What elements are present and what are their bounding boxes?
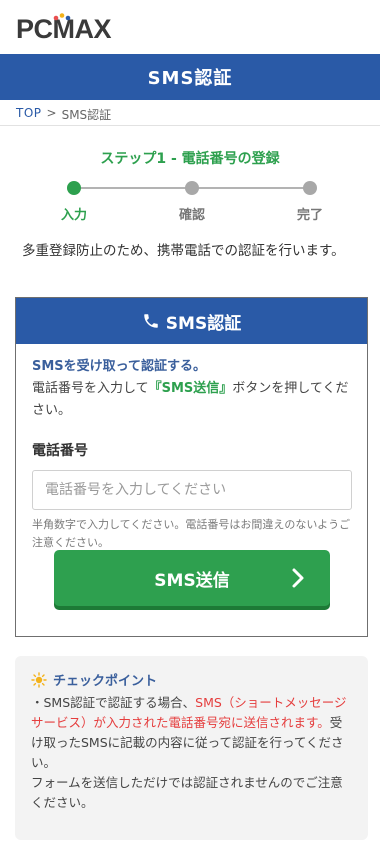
breadcrumb-current: SMS認証	[61, 108, 112, 122]
step-label-complete: 完了	[296, 208, 323, 223]
breadcrumb: TOP > SMS認証	[16, 106, 111, 123]
checkpoint-text-1: ・SMS認証で認証する場合、	[31, 695, 196, 710]
checkpoint-text-3: フォームを送信しただけでは認証されませんのでご注意ください。	[31, 775, 343, 810]
page-title: SMS認証	[0, 54, 380, 100]
phone-input[interactable]	[32, 470, 352, 510]
card-title: SMS認証	[165, 313, 242, 334]
step-label-input: 入力	[60, 208, 87, 223]
breadcrumb-divider	[0, 125, 380, 126]
intro-text: 多重登録防止のため、携帯電話での認証を行います。	[22, 243, 345, 259]
phone-icon	[144, 314, 158, 328]
step-dot-complete	[303, 181, 317, 195]
lead-highlight: 『SMS送信』	[148, 381, 233, 396]
sms-send-label: SMS送信	[154, 570, 230, 591]
sun-icon	[31, 671, 47, 688]
chevron-right-icon	[292, 568, 304, 588]
checkpoint-title: チェックポイント	[53, 674, 158, 689]
sms-send-button[interactable]: SMS送信	[54, 550, 330, 606]
step-dot-input	[67, 181, 81, 195]
sms-auth-card: SMS認証 SMSを受け取って認証する。 電話番号を入力して『SMS送信』ボタン…	[15, 297, 368, 637]
phone-note: 半角数字で入力してください。電話番号はお間違えのないようご注意ください。	[32, 518, 351, 549]
progress-stepper: 入力 確認 完了	[0, 178, 380, 224]
card-lead: 電話番号を入力して『SMS送信』ボタンを押してください。	[32, 378, 351, 422]
phone-label: 電話番号	[32, 443, 88, 459]
stepper-track-1	[74, 187, 192, 189]
breadcrumb-home-link[interactable]: TOP	[16, 106, 42, 123]
breadcrumb-separator: >	[46, 106, 57, 120]
checkpoint-text: ・SMS認証で認証する場合、SMS（ショートメッセージサービス）が入力された電話…	[31, 693, 352, 813]
step-dot-confirm	[185, 181, 199, 195]
checkpoint-heading: チェックポイント	[31, 670, 352, 689]
card-header: SMS認証	[16, 298, 367, 344]
lead-text-before: 電話番号を入力して	[32, 381, 149, 396]
stepper-track-2	[192, 187, 310, 189]
step-label-confirm: 確認	[178, 208, 205, 223]
card-lead-emphasis: SMSを受け取って認証する。	[32, 359, 207, 374]
svg-text:PCMAX: PCMAX	[16, 14, 111, 43]
checkpoint-box: チェックポイント ・SMS認証で認証する場合、SMS（ショートメッセージサービス…	[15, 656, 368, 840]
logo-bar: PCMAX	[0, 0, 380, 54]
step-title: ステップ1 - 電話番号の登録	[100, 151, 280, 167]
pcmax-logo[interactable]: PCMAX	[16, 13, 126, 43]
